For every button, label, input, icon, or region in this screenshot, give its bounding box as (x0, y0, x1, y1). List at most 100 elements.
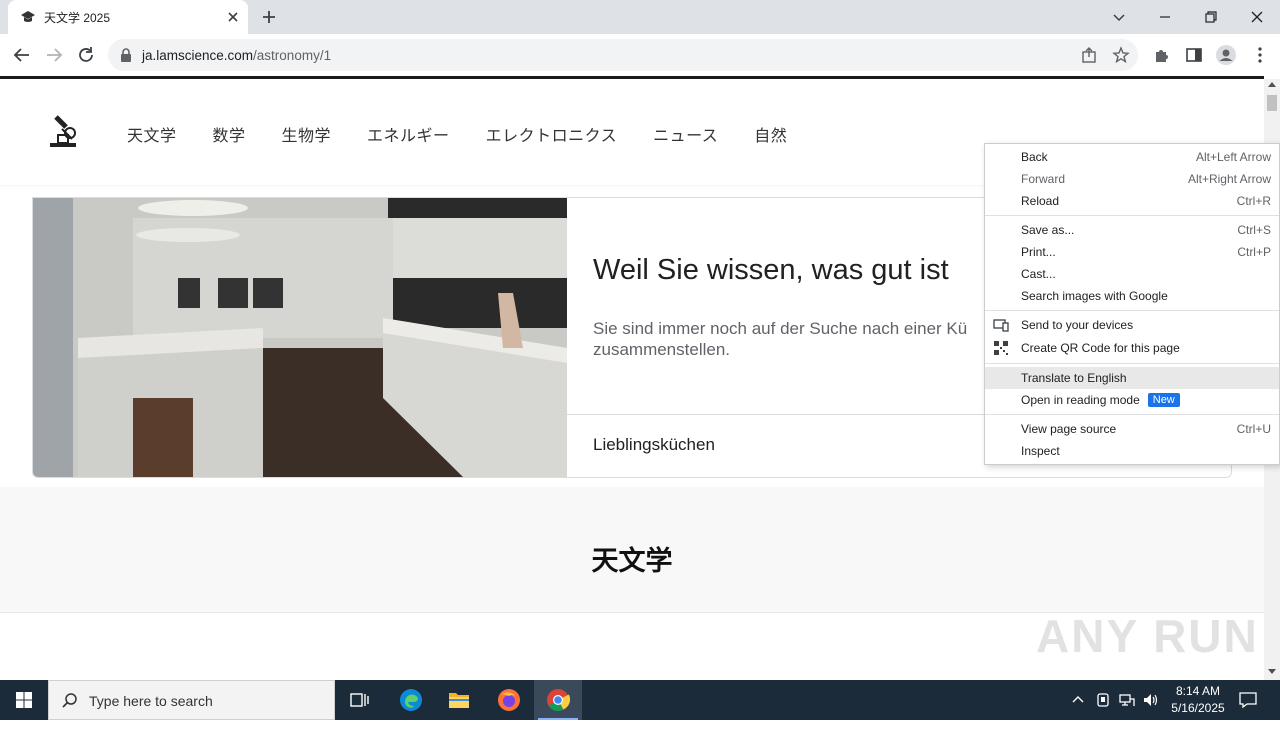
nav-electronics[interactable]: エレクトロニクス (486, 122, 618, 146)
browser-tab[interactable]: 天文学 2025 (8, 0, 248, 34)
section-header: 天文学 (0, 487, 1264, 613)
chevron-down-icon[interactable] (1110, 8, 1128, 26)
taskbar-file-explorer[interactable] (435, 680, 483, 720)
menu-separator (985, 310, 1279, 311)
menu-item-reload[interactable]: Reload Ctrl+R (985, 190, 1279, 212)
share-icon[interactable] (1080, 46, 1098, 64)
bookmark-star-icon[interactable] (1112, 46, 1130, 64)
menu-item-back[interactable]: Back Alt+Left Arrow (985, 146, 1279, 168)
minimize-icon[interactable] (1154, 6, 1176, 28)
task-view-button[interactable] (336, 680, 384, 720)
address-bar[interactable]: ja.lamscience.com/astronomy/1 (108, 39, 1138, 71)
nav-energy[interactable]: エネルギー (367, 122, 450, 146)
device-icon[interactable] (1094, 691, 1112, 731)
menu-label: Forward (1021, 172, 1066, 186)
menu-item-forward[interactable]: Forward Alt+Right Arrow (985, 168, 1279, 190)
graduation-cap-icon (20, 9, 36, 25)
ad-headline[interactable]: Weil Sie wissen, was gut ist (593, 254, 949, 287)
new-tab-icon[interactable] (260, 8, 278, 26)
back-arrow-icon[interactable] (11, 44, 33, 66)
windows-logo-icon (16, 692, 32, 708)
windows-taskbar: Type here to search 8:14 AM 5/16/2025 (0, 680, 1280, 720)
taskbar-search-box[interactable]: Type here to search (48, 680, 335, 720)
menu-item-inspect[interactable]: Inspect (985, 440, 1279, 462)
taskbar-firefox[interactable] (485, 680, 533, 720)
clock-time: 8:14 AM (1175, 684, 1221, 698)
close-window-icon[interactable] (1246, 6, 1268, 28)
restore-icon[interactable] (1200, 6, 1222, 28)
menu-label: Send to your devices (1021, 318, 1134, 332)
nav-biology[interactable]: 生物学 (282, 122, 332, 146)
menu-item-send-to-devices[interactable]: Send to your devices (985, 314, 1279, 336)
start-button[interactable] (0, 680, 48, 720)
task-view-icon (350, 693, 369, 707)
scroll-down-arrow-icon[interactable] (1268, 667, 1276, 675)
lock-icon[interactable] (120, 48, 132, 62)
menu-shortcut: Ctrl+R (1236, 194, 1271, 208)
url-text[interactable]: ja.lamscience.com/astronomy/1 (142, 48, 331, 63)
menu-label: Print... (1021, 245, 1056, 259)
ad-link[interactable]: Lieblingsküchen (593, 435, 715, 455)
tab-title: 天文学 2025 (44, 11, 111, 25)
menu-shortcut: Alt+Left Arrow (1195, 150, 1271, 164)
kitchen-photo[interactable] (33, 198, 567, 477)
browser-toolbar: ja.lamscience.com/astronomy/1 (0, 34, 1280, 76)
menu-label: Translate to English (1021, 371, 1127, 385)
anyrun-watermark: ANY RUN (1036, 610, 1259, 662)
menu-item-save-as[interactable]: Save as... Ctrl+S (985, 219, 1279, 241)
menu-item-cast[interactable]: Cast... (985, 263, 1279, 285)
url-host: ja.lamscience.com (142, 48, 254, 63)
menu-shortcut: Alt+Right Arrow (1187, 172, 1271, 186)
nav-astronomy[interactable]: 天文学 (127, 122, 177, 146)
search-placeholder: Type here to search (89, 693, 213, 709)
menu-label: Reload (1021, 194, 1060, 208)
extensions-puzzle-icon[interactable] (1151, 44, 1173, 66)
taskbar-chrome[interactable] (534, 680, 582, 720)
section-title: 天文学 (591, 546, 673, 576)
network-icon[interactable] (1118, 691, 1136, 731)
chevron-up-icon[interactable] (1069, 691, 1087, 731)
scroll-up-arrow-icon[interactable] (1268, 81, 1276, 89)
clock-date: 5/16/2025 (1171, 701, 1225, 715)
menu-item-view-source[interactable]: View page source Ctrl+U (985, 418, 1279, 440)
qr-code-icon (993, 340, 1009, 356)
nav-nature[interactable]: 自然 (754, 122, 787, 146)
reading-mode-text: Open in reading mode (1021, 393, 1140, 407)
profile-avatar-icon[interactable] (1215, 44, 1237, 66)
menu-separator (985, 414, 1279, 415)
menu-separator (985, 363, 1279, 364)
reload-icon[interactable] (75, 44, 97, 66)
menu-label: Create QR Code for this page (1021, 341, 1180, 355)
tab-strip: 天文学 2025 (0, 0, 1280, 34)
menu-item-translate[interactable]: Translate to English (985, 367, 1279, 389)
notification-icon[interactable] (1238, 690, 1258, 710)
volume-icon[interactable] (1142, 691, 1160, 731)
menu-item-create-qr-code[interactable]: Create QR Code for this page (985, 337, 1279, 359)
new-badge: New (1147, 393, 1180, 407)
folder-icon (449, 693, 469, 708)
taskbar-edge[interactable] (387, 680, 435, 720)
menu-label: Open in reading mode New (1021, 393, 1180, 408)
menu-label: Inspect (1021, 444, 1060, 458)
microscope-logo-icon[interactable] (48, 113, 78, 149)
menu-item-search-images[interactable]: Search images with Google (985, 285, 1279, 307)
nav-mathematics[interactable]: 数学 (213, 122, 246, 146)
menu-label: Cast... (1021, 267, 1056, 281)
devices-icon (993, 317, 1009, 333)
menu-shortcut: Ctrl+S (1237, 223, 1271, 237)
close-tab-icon[interactable] (225, 9, 241, 25)
url-path: /astronomy/1 (253, 48, 332, 63)
scrollbar-thumb[interactable] (1267, 95, 1277, 111)
context-menu: Back Alt+Left Arrow Forward Alt+Right Ar… (984, 143, 1280, 465)
forward-arrow-icon[interactable] (43, 44, 65, 66)
menu-shortcut: Ctrl+P (1237, 245, 1271, 259)
kebab-menu-icon[interactable] (1249, 44, 1271, 66)
side-panel-icon[interactable] (1183, 44, 1205, 66)
menu-label: Save as... (1021, 223, 1075, 237)
menu-item-print[interactable]: Print... Ctrl+P (985, 241, 1279, 263)
system-clock[interactable]: 8:14 AM 5/16/2025 (1160, 683, 1236, 717)
nav-news[interactable]: ニュース (653, 122, 718, 146)
menu-shortcut: Ctrl+U (1236, 422, 1271, 436)
menu-item-reading-mode[interactable]: Open in reading mode New (985, 389, 1279, 411)
chrome-icon (547, 689, 570, 711)
